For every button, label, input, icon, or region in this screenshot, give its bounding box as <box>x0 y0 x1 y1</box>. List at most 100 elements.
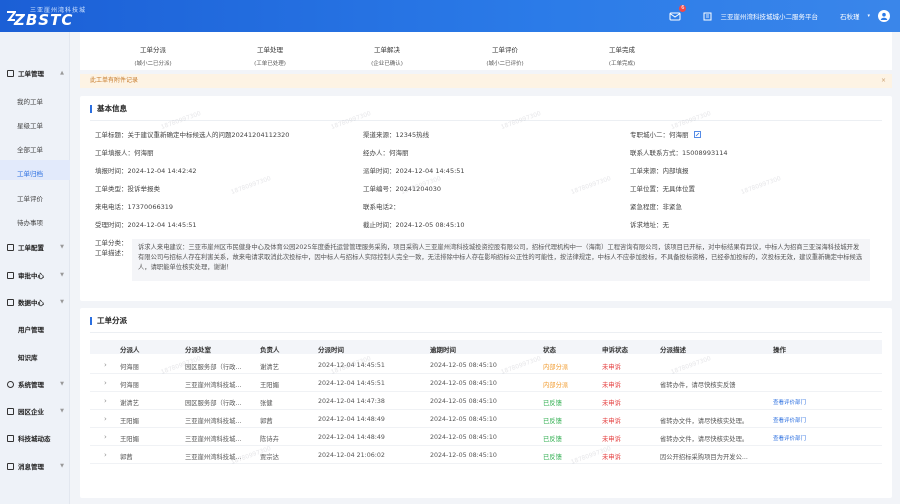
sidebar-group-knowledge-base[interactable]: 知识库 <box>0 352 70 362</box>
cell-time: 2024-12-04 14:48:49 <box>318 416 385 423</box>
sidebar-group-label: 用户管理 <box>18 326 44 334</box>
cell-owner: 谢清艺 <box>260 364 279 371</box>
step-resolve: 工单解决 (企业已确认) <box>332 44 442 67</box>
cell-time: 2024-12-04 14:48:49 <box>318 434 385 441</box>
sidebar-group-label: 园区企业 <box>18 408 44 416</box>
appeal-status: 未申诉 <box>602 400 621 407</box>
config-icon <box>7 243 14 251</box>
edit-icon[interactable] <box>693 131 701 138</box>
sidebar-group-data-center[interactable]: 数据中心 ▼ <box>0 297 70 307</box>
expand-chevron-icon[interactable]: › <box>104 415 107 423</box>
sidebar-group-label: 知识库 <box>18 354 38 362</box>
cell-dept: 三亚崖州湾科技城... <box>185 436 242 443</box>
chevron-down-icon[interactable]: ▾ <box>867 13 870 19</box>
cell-desc: 省转办文件，请尽快核实处理。 <box>660 418 749 425</box>
view-evaluation-link[interactable]: 查看评价部门 <box>773 434 806 442</box>
field-ticket-title: 工单标题：关于建议重新确定中标候选人的问题20241204112320 <box>95 131 290 139</box>
cell-desc: 省转办文件，请尽快核实处理。 <box>660 436 749 443</box>
top-bar: 三亚崖州湾科技城 ZBSTC 6 三亚崖州湾科技城城小二服务平台 石秋瑾 ▾ <box>0 0 900 32</box>
column-header: 状态 <box>543 346 556 354</box>
sidebar-item-ticket-archive[interactable]: 工单归档 <box>17 168 43 178</box>
cell-dept: 三亚崖州湾科技城... <box>185 454 242 461</box>
user-name[interactable]: 石秋瑾 <box>840 11 860 21</box>
chevron-down-icon: ▼ <box>60 408 64 414</box>
field-address: 诉求地址：无 <box>630 221 669 229</box>
field-phone2: 联系电话2： <box>363 203 400 211</box>
step-subtitle: (城小二已分派) <box>134 61 172 67</box>
sidebar-item-ticket-evaluation[interactable]: 工单评价 <box>17 193 43 203</box>
data-icon <box>7 298 14 306</box>
view-evaluation-link[interactable]: 查看评价部门 <box>773 416 806 424</box>
sidebar-item-todo[interactable]: 待办事项 <box>17 217 43 227</box>
approval-icon <box>7 271 14 279</box>
sidebar-group-news[interactable]: 科技城动态 <box>0 433 70 443</box>
logo[interactable]: 三亚崖州湾科技城 ZBSTC <box>6 4 116 29</box>
column-header: 负责人 <box>260 346 280 354</box>
table-row[interactable]: › 何海丽 园区服务部（行政... 谢清艺 2024-12-04 14:45:5… <box>90 356 882 374</box>
news-icon <box>7 434 14 442</box>
field-assistant: 专职城小二：何海丽 <box>630 129 701 139</box>
column-header: 分派描述 <box>660 346 686 354</box>
step-subtitle: (工单已处理) <box>254 61 286 67</box>
view-evaluation-link[interactable]: 查看评价部门 <box>773 398 806 406</box>
sidebar-group-park-enterprise[interactable]: 园区企业 ▼ <box>0 406 70 416</box>
sidebar-group-approval[interactable]: 审批中心 ▼ <box>0 270 70 280</box>
table-row[interactable]: › 谢清艺 园区服务部（行政... 张健 2024-12-04 14:47:38… <box>90 392 882 410</box>
sidebar-item-my-tickets[interactable]: 我的工单 <box>17 96 43 106</box>
main-content: 工单分派 (城小二已分派) 工单处理 (工单已处理) 工单解决 (企业已确认) … <box>70 32 900 504</box>
table-row[interactable]: › 郭茜 三亚崖州湾科技城... 贾宗达 2024-12-04 21:06:02… <box>90 446 882 464</box>
status-badge: 已反馈 <box>543 454 562 461</box>
close-icon[interactable]: × <box>881 74 886 88</box>
step-subtitle: (工单完成) <box>608 61 636 67</box>
sidebar-group-label: 工单管理 <box>18 70 44 78</box>
sidebar-group-message[interactable]: 消息管理 ▼ <box>0 461 70 471</box>
notification-button[interactable]: 6 <box>669 5 687 22</box>
cell-time: 2024-12-04 14:45:51 <box>318 380 385 387</box>
expand-chevron-icon[interactable]: › <box>104 379 107 387</box>
expand-chevron-icon[interactable]: › <box>104 451 107 459</box>
table-row[interactable]: › 何海丽 三亚崖州湾科技城... 王阳媚 2024-12-04 14:45:5… <box>90 374 882 392</box>
expand-chevron-icon[interactable]: › <box>104 433 107 441</box>
appeal-status: 未申诉 <box>602 364 621 371</box>
sidebar-group-label: 审批中心 <box>18 272 44 280</box>
logo-english-text: ZBSTC <box>14 11 74 29</box>
cell-desc: 省转办件，请尽快核实反馈 <box>660 382 736 389</box>
field-channel: 渠道来源：12345热线 <box>363 131 430 139</box>
cell-assigner: 谢清艺 <box>120 400 139 407</box>
description-label: 工单描述： <box>95 249 128 257</box>
section-title: 基本信息 <box>90 105 127 113</box>
sidebar-group-system[interactable]: 系统管理 ▼ <box>0 379 70 389</box>
sidebar-group-user-management[interactable]: 用户管理 <box>0 324 70 334</box>
cell-assigner: 何海丽 <box>120 382 139 389</box>
cell-due: 2024-12-05 08:45:10 <box>430 380 497 387</box>
org-name[interactable]: 三亚崖州湾科技城城小二服务平台 <box>720 11 818 21</box>
step-title: 工单处理 <box>257 46 283 54</box>
attachment-notice: 此工单有附件记录 × <box>80 74 892 88</box>
field-category: 工单分类： <box>95 239 128 247</box>
mail-icon <box>669 12 681 21</box>
field-caller-phone: 来电电话：17370066319 <box>95 203 173 211</box>
step-title: 工单解决 <box>374 46 400 54</box>
sidebar-group-ticket-management[interactable]: 工单管理 ▲ <box>0 68 70 78</box>
cell-due: 2024-12-05 08:45:10 <box>430 362 497 369</box>
chevron-down-icon: ▼ <box>60 299 64 305</box>
divider <box>90 120 882 121</box>
cell-due: 2024-12-05 08:45:10 <box>430 398 497 405</box>
sidebar-item-star-tickets[interactable]: 星级工单 <box>17 120 43 130</box>
table-row[interactable]: › 王阳媚 三亚崖州湾科技城... 郭茜 2024-12-04 14:48:49… <box>90 410 882 428</box>
progress-steps: 工单分派 (城小二已分派) 工单处理 (工单已处理) 工单解决 (企业已确认) … <box>80 32 892 70</box>
cell-assigner: 王阳媚 <box>120 418 139 425</box>
expand-chevron-icon[interactable]: › <box>104 361 107 369</box>
section-title: 工单分派 <box>90 317 127 325</box>
cell-due: 2024-12-05 08:45:10 <box>430 416 497 423</box>
chevron-down-icon: ▼ <box>60 381 64 387</box>
sidebar-item-all-tickets[interactable]: 全部工单 <box>17 144 43 154</box>
sidebar-group-label: 系统管理 <box>18 381 44 389</box>
step-title: 工单评价 <box>492 46 518 54</box>
expand-chevron-icon[interactable]: › <box>104 397 107 405</box>
sidebar-group-ticket-config[interactable]: 工单配置 ▼ <box>0 242 70 252</box>
appeal-status: 未申诉 <box>602 382 621 389</box>
enterprise-icon <box>7 407 14 415</box>
table-row[interactable]: › 王阳媚 三亚崖州湾科技城... 陈诗卉 2024-12-04 14:48:4… <box>90 428 882 446</box>
avatar[interactable] <box>878 10 890 22</box>
